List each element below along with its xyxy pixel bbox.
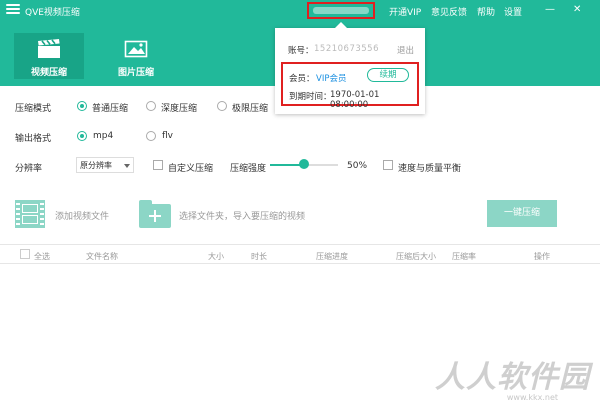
expire-label: 到期时间： xyxy=(289,92,332,102)
radio-mp4[interactable] xyxy=(77,131,87,141)
resolution-label: 分辨率 xyxy=(15,164,43,174)
open-vip-link[interactable]: 开通VIP xyxy=(389,5,421,18)
radio-extreme[interactable] xyxy=(217,101,227,111)
account-value: 15210673556 xyxy=(314,44,379,54)
settings-link[interactable]: 设置 xyxy=(504,5,522,18)
strength-label: 压缩强度 xyxy=(230,164,267,174)
account-label: 账号： xyxy=(288,46,314,56)
custom-compress-label: 自定义压缩 xyxy=(168,164,214,174)
help-link[interactable]: 帮助 xyxy=(477,5,495,18)
custom-compress-checkbox[interactable] xyxy=(153,160,163,170)
balance-checkbox[interactable] xyxy=(383,160,393,170)
app-logo-icon xyxy=(6,4,20,16)
close-button[interactable]: ✕ xyxy=(573,5,581,15)
add-video-icon[interactable] xyxy=(15,200,45,228)
account-popup: 账号： 15210673556 退出 会员： VIP会员 续期 到期时间： 19… xyxy=(275,28,425,114)
radio-normal[interactable] xyxy=(77,101,87,111)
title-bar: QVE视频压缩 开通VIP 意见反馈 帮助 设置 — ✕ xyxy=(0,0,600,22)
output-format-label: 输出格式 xyxy=(15,134,52,144)
clapper-icon xyxy=(37,39,61,59)
option-mp4-label: mp4 xyxy=(93,131,114,141)
column-progress: 压缩进度 xyxy=(316,252,348,261)
strength-value: 50% xyxy=(347,161,368,171)
column-compressed-size: 压缩后大小 xyxy=(396,252,436,261)
option-flv-label: flv xyxy=(162,131,173,141)
option-extreme-label: 极限压缩 xyxy=(232,104,269,114)
column-size: 大小 xyxy=(208,252,224,261)
tab-video-compress[interactable]: 视频压缩 xyxy=(14,33,84,79)
radio-flv[interactable] xyxy=(146,131,156,141)
tab-image-label: 图片压缩 xyxy=(117,68,154,78)
column-ratio: 压缩率 xyxy=(452,252,476,261)
option-deep-label: 深度压缩 xyxy=(161,104,198,114)
popup-caret xyxy=(335,22,347,28)
chevron-down-icon xyxy=(124,164,130,168)
folder-add-icon[interactable] xyxy=(139,200,171,228)
strength-slider-handle[interactable] xyxy=(299,159,309,169)
minimize-button[interactable]: — xyxy=(545,5,555,15)
radio-deep[interactable] xyxy=(146,101,156,111)
compress-mode-label: 压缩模式 xyxy=(15,104,52,114)
balance-label: 速度与质量平衡 xyxy=(398,164,462,174)
select-folder-button[interactable]: 选择文件夹，导入要压缩的视频 xyxy=(179,209,305,222)
watermark-url: www.kkx.net xyxy=(506,393,558,402)
member-label: 会员： xyxy=(289,74,315,84)
user-account-button[interactable] xyxy=(307,2,375,19)
renew-button[interactable]: 续期 xyxy=(367,68,409,82)
select-all-label: 全选 xyxy=(34,252,50,261)
feedback-link[interactable]: 意见反馈 xyxy=(431,5,467,18)
file-table-header: 全选 文件名称 大小 时长 压缩进度 压缩后大小 压缩率 操作 xyxy=(0,244,600,264)
image-icon xyxy=(124,39,148,59)
username-blurred xyxy=(313,7,369,14)
column-duration: 时长 xyxy=(251,252,267,261)
tab-image-compress[interactable]: 图片压缩 xyxy=(101,33,171,79)
resolution-value: 原分辨率 xyxy=(80,161,112,170)
add-video-button[interactable]: 添加视频文件 xyxy=(55,209,109,222)
compress-all-button[interactable]: 一键压缩 xyxy=(487,200,557,227)
select-all-checkbox[interactable] xyxy=(20,249,30,259)
watermark-logo: 人人软件园 xyxy=(435,360,590,395)
member-value: VIP会员 xyxy=(316,74,347,84)
app-title: QVE视频压缩 xyxy=(25,8,80,18)
option-normal-label: 普通压缩 xyxy=(92,104,129,114)
logout-link[interactable]: 退出 xyxy=(397,44,414,56)
column-actions: 操作 xyxy=(534,252,550,261)
column-filename: 文件名称 xyxy=(86,252,118,261)
membership-highlight: 会员： VIP会员 续期 到期时间： 1970-01-01 08:00:00 xyxy=(281,62,419,110)
tab-video-label: 视频压缩 xyxy=(30,68,67,78)
resolution-select[interactable]: 原分辨率 xyxy=(76,157,134,173)
expire-value: 1970-01-01 08:00:00 xyxy=(330,90,380,110)
